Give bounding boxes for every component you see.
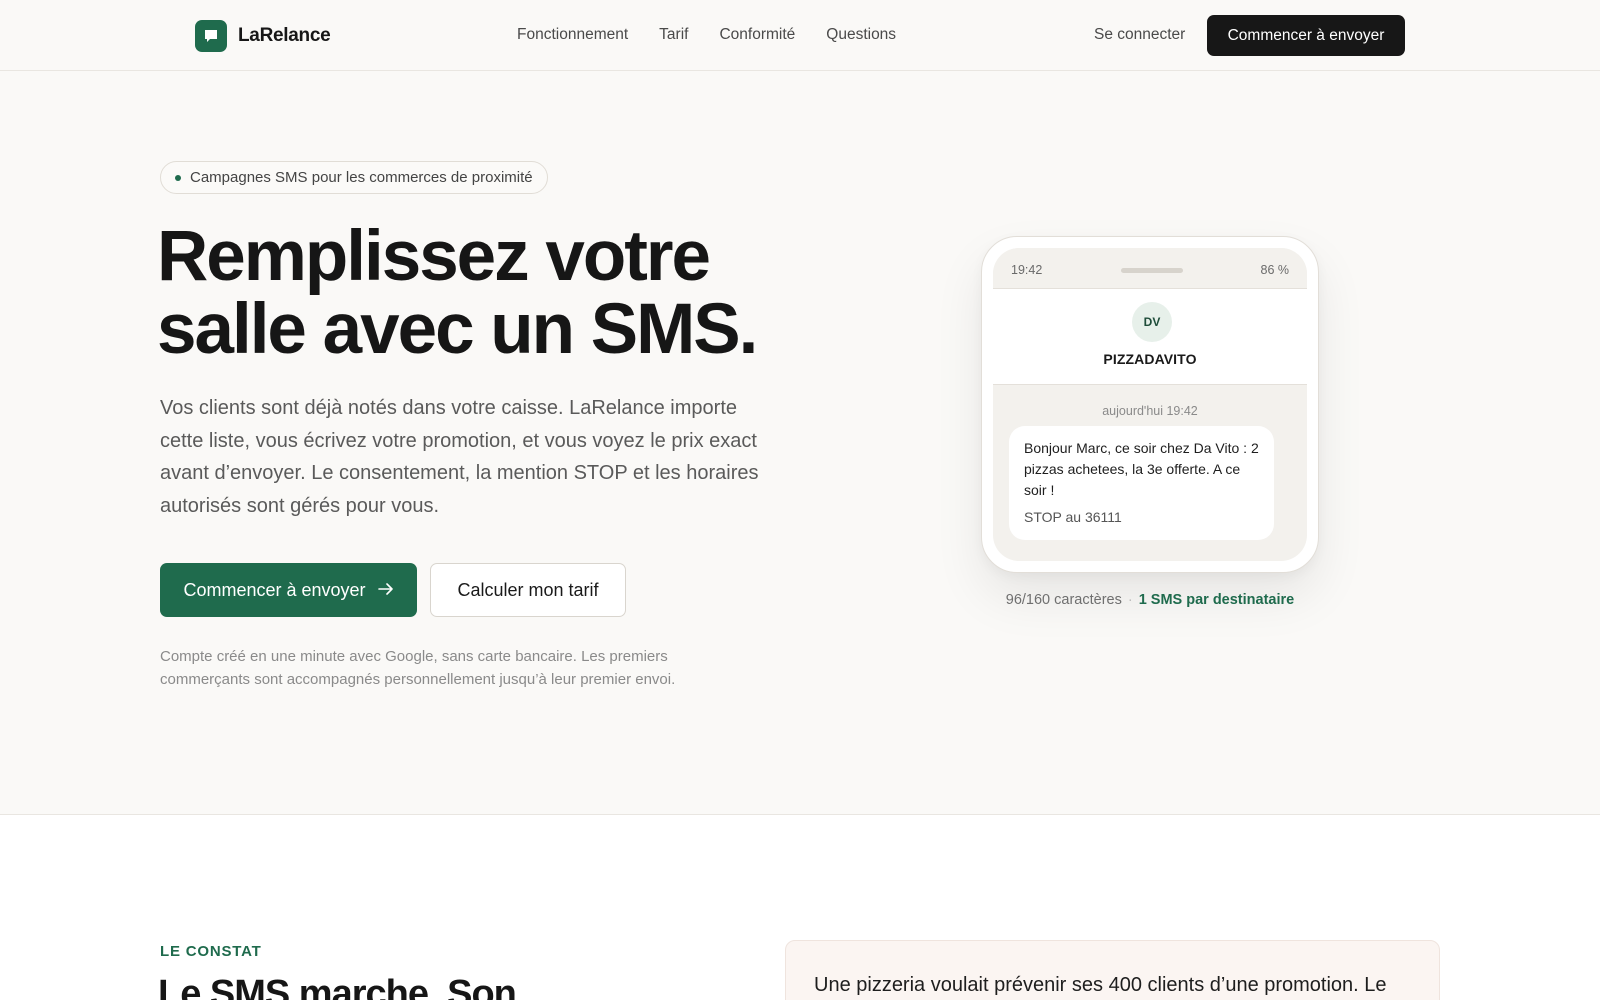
sms-meta: 96/160 caractères · 1 SMS par destinataire [981, 592, 1319, 608]
meta-separator: · [1127, 592, 1133, 608]
hero-badge: Campagnes SMS pour les commerces de prox… [160, 161, 548, 194]
arrow-right-icon [377, 580, 394, 601]
contact-name: PIZZADAVITO [1103, 351, 1197, 367]
nav-link-conformite[interactable]: Conformité [719, 26, 795, 44]
start-sending-label: Commencer à envoyer [183, 579, 366, 600]
top-navigation: LaRelance Fonctionnement Tarif Conformit… [0, 0, 1600, 71]
nav-links: Fonctionnement Tarif Conformité Question… [517, 26, 896, 44]
avatar: DV [1132, 302, 1172, 342]
start-sending-button[interactable]: Commencer à envoyer [160, 563, 417, 617]
section-title: Le SMS marche. Son [158, 973, 517, 1000]
hero-title-line2: salle avec un SMS. [157, 290, 758, 369]
char-count: 96/160 caractères [1005, 592, 1122, 608]
sms-bubble: Bonjour Marc, ce soir chez Da Vito : 2 p… [1009, 426, 1274, 540]
badge-label: Campagnes SMS pour les commerces de prox… [190, 169, 533, 186]
sms-stop-mention: STOP au 36111 [1024, 509, 1122, 525]
constat-section: LE CONSTAT Le SMS marche. Son Une pizzer… [0, 814, 1600, 1000]
nav-start-sending-button[interactable]: Commencer à envoyer [1207, 15, 1405, 56]
brand-name: LaRelance [238, 25, 331, 46]
sms-contact-header: DV PIZZADAVITO [993, 289, 1307, 385]
story-card: Une pizzeria voulait prévenir ses 400 cl… [785, 940, 1440, 1000]
chat-bubble-icon [195, 20, 227, 52]
badge-dot-icon [175, 174, 181, 181]
hero-title: Remplissez votre salle avec un SMS. [157, 220, 797, 366]
section-eyebrow: LE CONSTAT [160, 943, 262, 960]
message-date: aujourd'hui 19:42 [1102, 404, 1198, 418]
hero-note: Compte créé en une minute avec Google, s… [160, 648, 676, 688]
nav-link-fonctionnement[interactable]: Fonctionnement [517, 26, 628, 44]
nav-link-questions[interactable]: Questions [826, 26, 896, 44]
hero-title-line1: Remplissez votre [157, 217, 711, 296]
phone-mockup: 19:42 86 % DV PIZZADAVITO aujourd'hui 19… [981, 236, 1319, 573]
calculate-price-button[interactable]: Calculer mon tarif [430, 563, 626, 617]
nav-link-tarif[interactable]: Tarif [659, 26, 688, 44]
sms-count: 1 SMS par destinataire [1138, 592, 1295, 608]
phone-status-bar: 19:42 86 % [993, 248, 1307, 289]
status-battery: 86 % [1260, 263, 1290, 277]
brand-logo[interactable]: LaRelance [195, 20, 331, 52]
phone-notch [1121, 268, 1183, 273]
story-text: Une pizzeria voulait prévenir ses 400 cl… [814, 974, 1387, 996]
login-link[interactable]: Se connecter [1094, 26, 1185, 44]
phone-screen: 19:42 86 % DV PIZZADAVITO aujourd'hui 19… [993, 248, 1307, 561]
hero-lead: Vos clients sont déjà notés dans votre c… [160, 397, 759, 517]
status-time: 19:42 [1011, 263, 1043, 277]
sms-body: Bonjour Marc, ce soir chez Da Vito : 2 p… [1024, 440, 1259, 498]
